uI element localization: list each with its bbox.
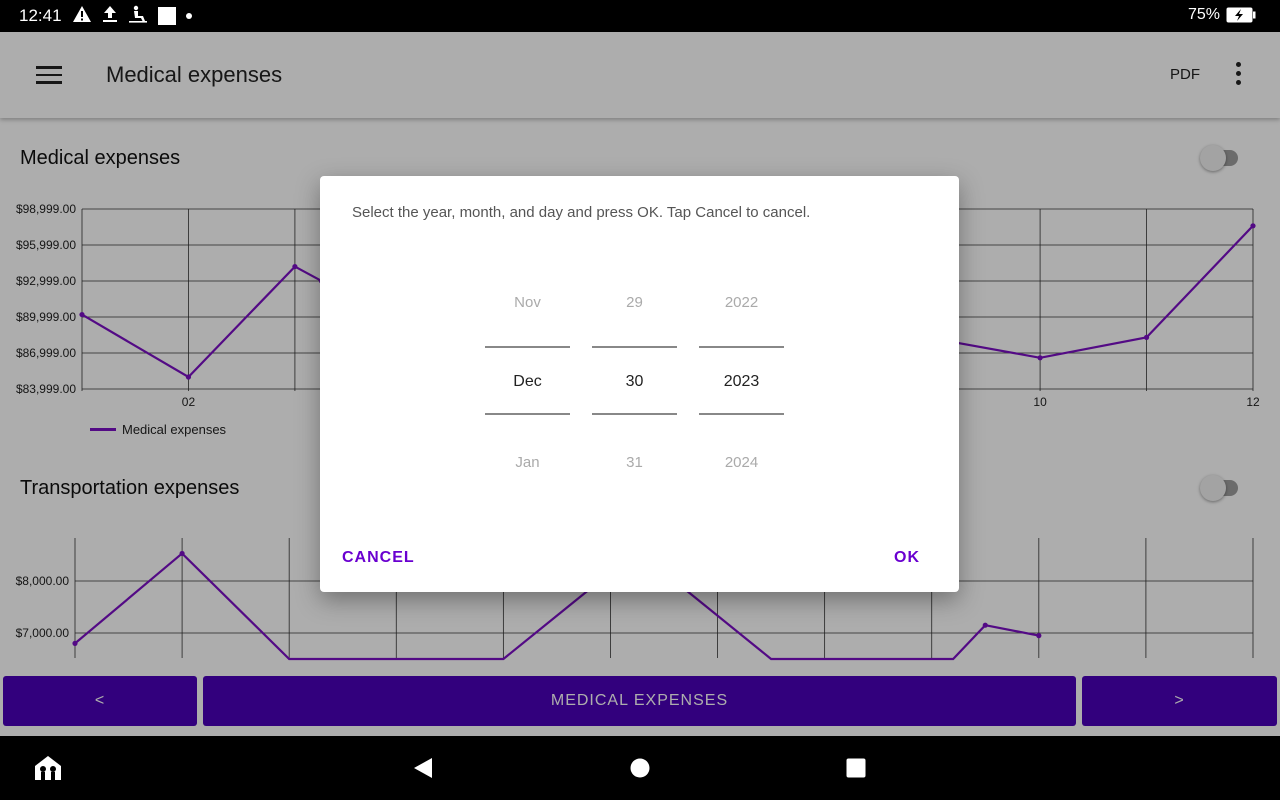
month-picker[interactable]: Nov Dec Jan <box>485 176 570 592</box>
month-current[interactable]: Dec <box>485 373 570 391</box>
status-bar: 12:41 75% <box>0 0 1280 32</box>
year-prev[interactable]: 2022 <box>699 294 784 311</box>
picker-divider <box>592 346 677 348</box>
picker-divider <box>485 346 570 348</box>
picker-divider <box>699 413 784 415</box>
year-picker[interactable]: 2022 2023 2024 <box>699 176 784 592</box>
warning-icon <box>72 5 92 28</box>
cancel-button[interactable]: CANCEL <box>342 549 415 567</box>
picker-divider <box>485 413 570 415</box>
battery-charging-icon <box>1226 7 1256 23</box>
picker-divider <box>699 346 784 348</box>
home-icon[interactable] <box>630 758 650 778</box>
upload-icon <box>102 5 118 28</box>
ok-button[interactable]: OK <box>894 549 920 567</box>
notification-square-icon <box>158 7 176 25</box>
system-navigation-bar <box>0 736 1280 800</box>
month-next[interactable]: Jan <box>485 454 570 471</box>
back-icon[interactable] <box>412 757 434 779</box>
month-prev[interactable]: Nov <box>485 294 570 311</box>
home-launcher-icon[interactable] <box>33 754 63 782</box>
day-prev[interactable]: 29 <box>592 294 677 311</box>
notification-dot-icon <box>186 13 192 19</box>
recents-icon[interactable] <box>846 758 866 778</box>
year-next[interactable]: 2024 <box>699 454 784 471</box>
picker-divider <box>592 413 677 415</box>
day-picker[interactable]: 29 30 31 <box>592 176 677 592</box>
date-picker-dialog: Select the year, month, and day and pres… <box>320 176 959 592</box>
battery-status: 75% <box>1188 6 1256 24</box>
status-icons <box>72 5 192 28</box>
year-current[interactable]: 2023 <box>699 373 784 391</box>
status-time: 12:41 <box>19 6 62 25</box>
day-current[interactable]: 30 <box>592 373 677 391</box>
battery-percent: 75% <box>1187 6 1220 23</box>
day-next[interactable]: 31 <box>592 454 677 471</box>
accessibility-icon <box>128 5 148 28</box>
